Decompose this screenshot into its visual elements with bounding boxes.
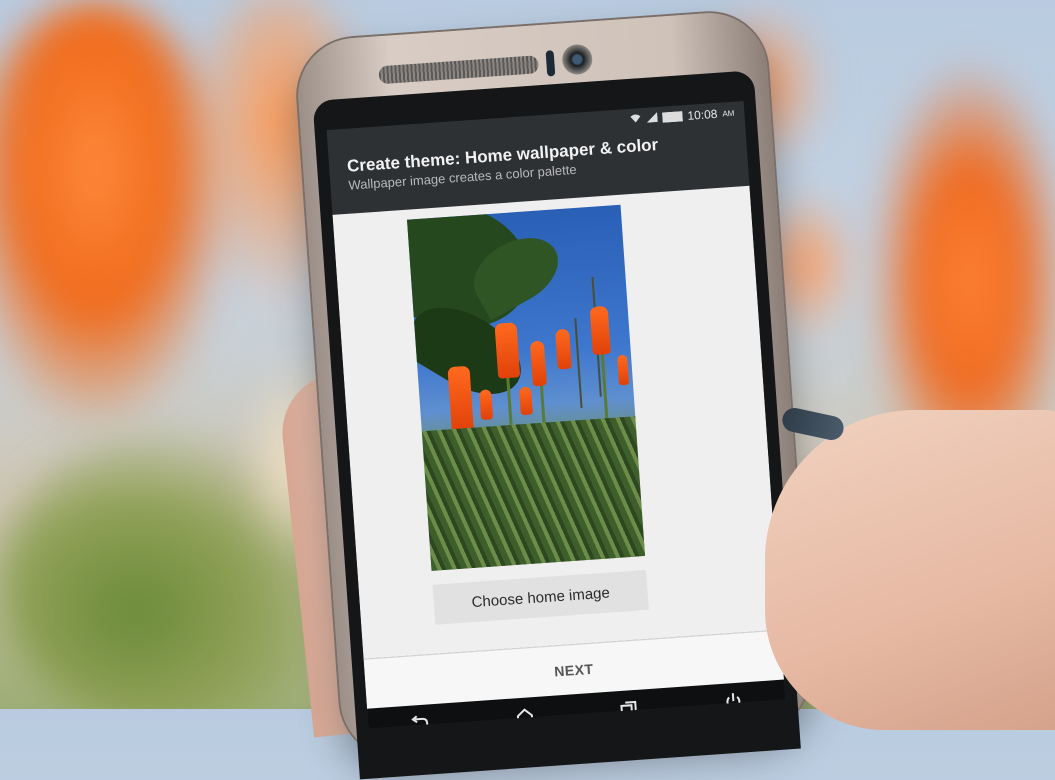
wallpaper-flower [616,354,630,386]
wallpaper-flower [529,340,547,387]
wallpaper-palm [574,318,583,409]
theme-content: Choose home image [332,185,781,659]
wallpaper-flower [494,322,521,379]
proximity-sensor [545,50,556,77]
phone: 10:08 AM Create theme: Home wallpaper & … [294,9,814,780]
front-camera [561,43,594,76]
wallpaper-flower [479,389,494,421]
speaker-grille [378,55,540,85]
right-hand [765,410,1055,730]
phone-screen: 10:08 AM Create theme: Home wallpaper & … [326,100,786,729]
wallpaper-foliage [421,416,646,571]
choose-home-image-button[interactable]: Choose home image [432,569,649,625]
wifi-icon [629,113,642,127]
status-ampm: AM [722,108,735,118]
wallpaper-flower [589,305,611,356]
battery-icon [662,111,683,123]
wallpaper-stem [600,346,609,427]
wallpaper-preview[interactable] [407,204,646,571]
wallpaper-flower [447,365,474,433]
wallpaper-flower [555,328,572,370]
signal-icon [646,111,658,126]
wallpaper-flower [518,386,533,416]
status-time: 10:08 [686,106,718,123]
